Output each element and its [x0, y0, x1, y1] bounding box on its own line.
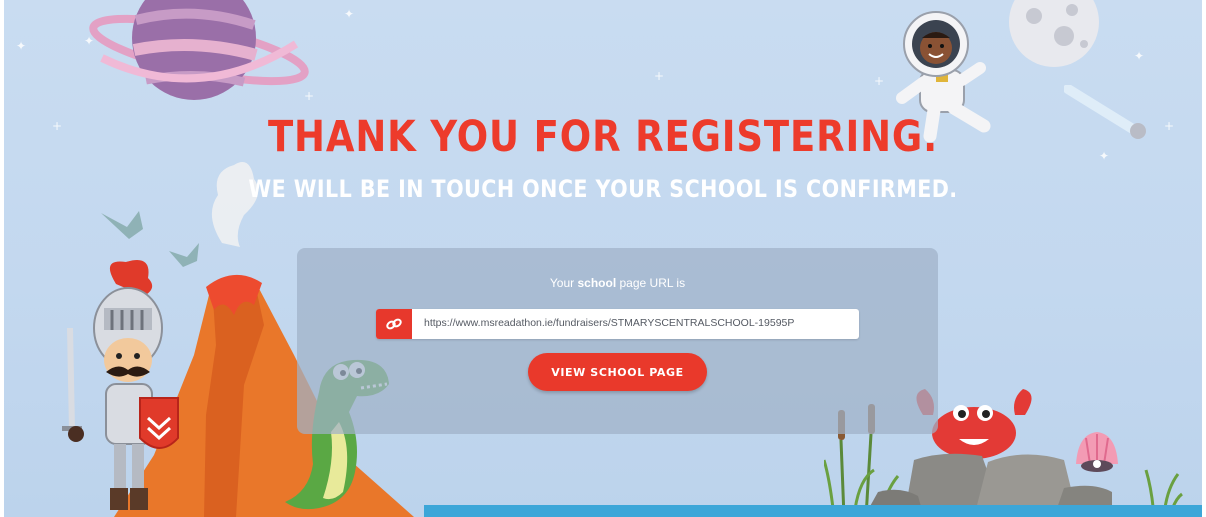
school-url-text[interactable]: https://www.msreadathon.ie/fundraisers/S…	[424, 317, 794, 329]
caption-prefix: Your	[549, 276, 575, 290]
star-icon: ✦	[344, 7, 355, 21]
seashell-illustration	[1076, 432, 1118, 472]
school-url-panel: Your school page URL is https://www.msre…	[297, 248, 938, 434]
star-icon: ✦	[16, 39, 27, 53]
star-icon: +	[52, 119, 63, 133]
page-title: THANK YOU FOR REGISTERING.	[267, 112, 939, 162]
page-subtitle: WE WILL BE IN TOUCH ONCE YOUR SCHOOL IS …	[248, 175, 958, 203]
knight-illustration	[62, 260, 179, 510]
star-icon: ✦	[1134, 49, 1145, 63]
star-icon: +	[1164, 119, 1175, 133]
planet-illustration	[89, 0, 309, 100]
star-icon: +	[654, 69, 665, 83]
caption-suffix: page URL is	[619, 276, 686, 290]
school-url-field[interactable]: https://www.msreadathon.ie/fundraisers/S…	[376, 309, 859, 339]
star-icon: +	[874, 74, 885, 88]
background-scene: ✦ ✦ + ✦ + + ✦ + ✦ + THANK YOU FOR REGIST…	[4, 0, 1202, 517]
water-illustration	[424, 505, 1202, 517]
view-school-page-button[interactable]: VIEW SCHOOL PAGE	[528, 353, 707, 391]
caption-bold: school	[577, 276, 617, 290]
moon-illustration	[1009, 0, 1099, 67]
url-caption: Your school page URL is	[297, 276, 938, 290]
link-icon	[376, 309, 412, 339]
